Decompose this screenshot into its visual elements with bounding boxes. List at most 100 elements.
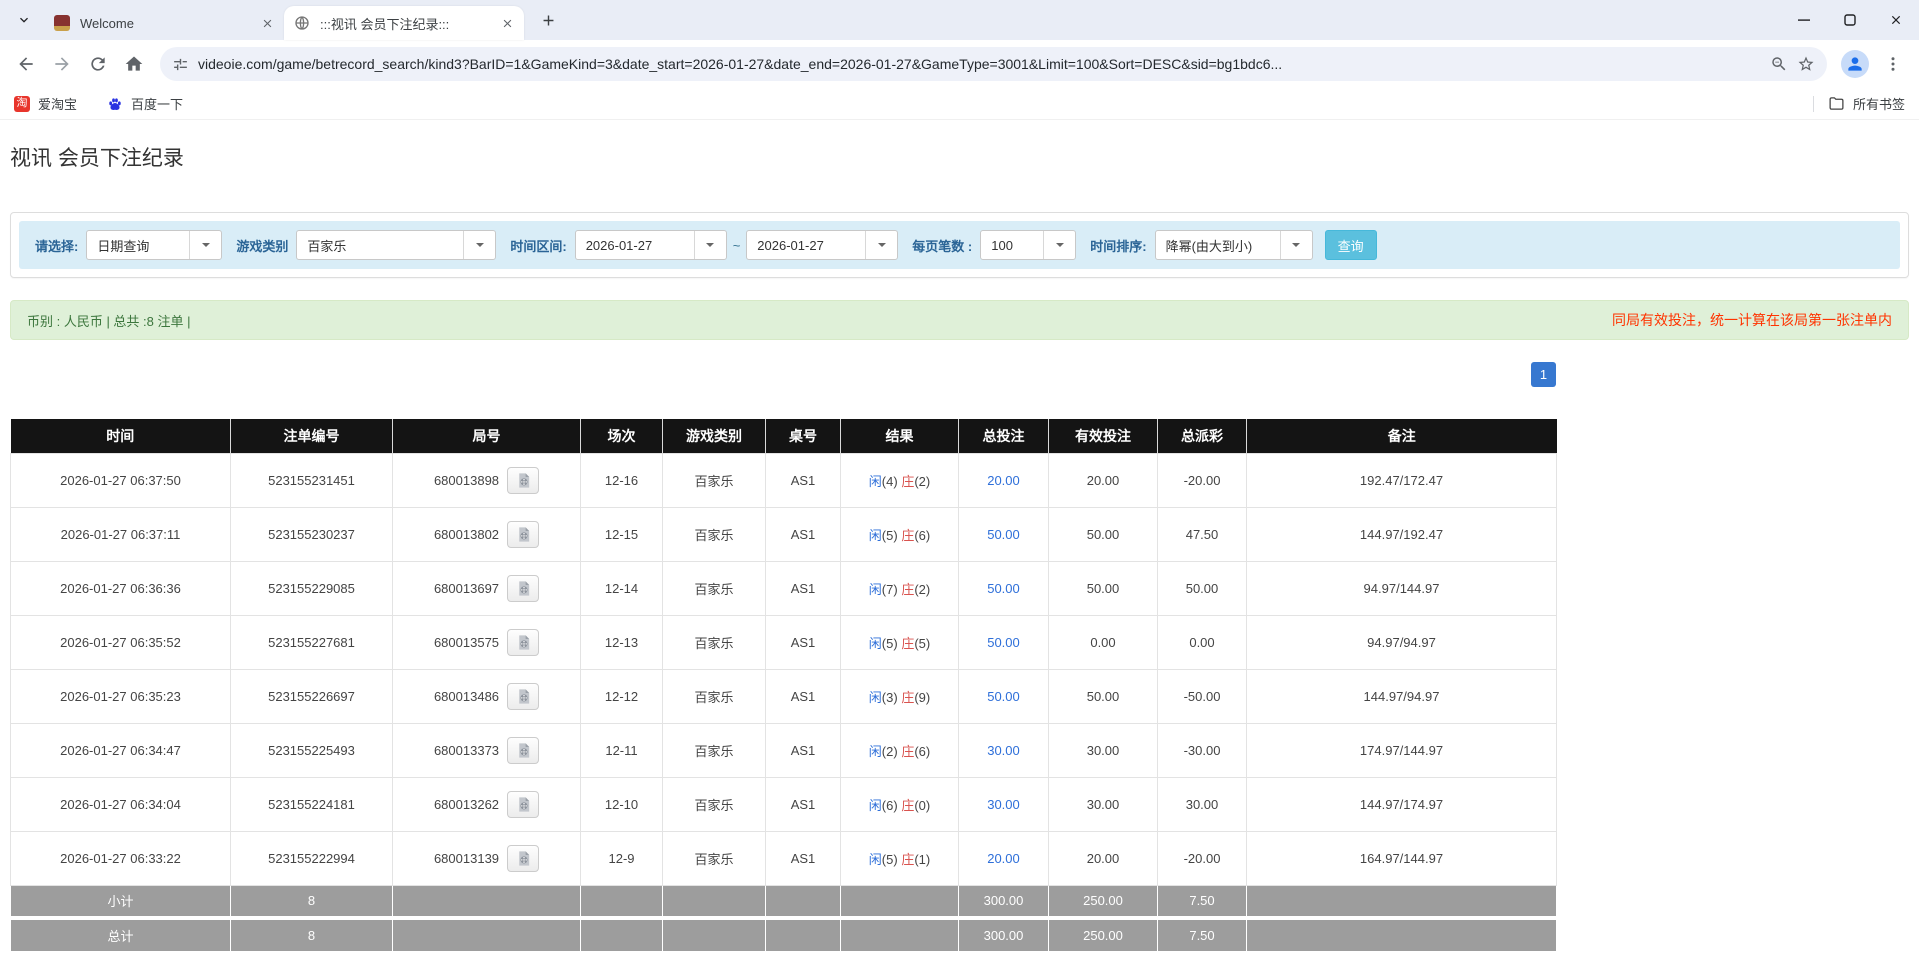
- cell-table_no: AS1: [766, 615, 841, 669]
- video-replay-button[interactable]: [507, 737, 539, 764]
- cell-total_bet: 20.00: [959, 831, 1049, 885]
- page-number-button[interactable]: 1: [1531, 362, 1556, 387]
- query-type-select[interactable]: 日期查询: [86, 230, 222, 260]
- bookmarks-bar: 淘 爱淘宝 百度一下 所有书签: [0, 88, 1919, 120]
- table-row: 2026-01-27 06:37:50523155231451680013898…: [11, 453, 1557, 507]
- cell-valid_bet: 30.00: [1049, 777, 1158, 831]
- cell-result: 闲(7) 庄(2): [841, 561, 959, 615]
- valid-bet-note: 同局有效投注，统一计算在该局第一张注单内: [1612, 310, 1892, 330]
- new-tab-button[interactable]: [534, 6, 562, 34]
- close-window-button[interactable]: [1873, 0, 1919, 40]
- video-replay-button[interactable]: [507, 629, 539, 656]
- video-replay-button[interactable]: [507, 683, 539, 710]
- bookmark-baidu[interactable]: 百度一下: [107, 94, 183, 113]
- column-header: 游戏类别: [663, 419, 766, 453]
- cell-total_bet: 50.00: [959, 561, 1049, 615]
- cell-time: 2026-01-27 06:34:47: [11, 723, 231, 777]
- video-replay-button[interactable]: [507, 845, 539, 872]
- chevron-down-icon[interactable]: [189, 231, 221, 259]
- table-row: 2026-01-27 06:34:47523155225493680013373…: [11, 723, 1557, 777]
- bookmark-star-icon[interactable]: [1797, 55, 1815, 73]
- profile-avatar[interactable]: [1841, 50, 1869, 78]
- total-bet-link[interactable]: 30.00: [987, 797, 1020, 812]
- bookmark-taobao[interactable]: 淘 爱淘宝: [14, 94, 77, 113]
- per-page-select[interactable]: 100: [980, 230, 1076, 260]
- all-bookmarks-button[interactable]: 所有书签: [1828, 94, 1905, 113]
- cell-round_id: 680013575: [393, 615, 581, 669]
- total-bet-link[interactable]: 50.00: [987, 581, 1020, 596]
- video-replay-button[interactable]: [507, 791, 539, 818]
- column-header: 场次: [581, 419, 663, 453]
- total-bet-link[interactable]: 50.00: [987, 635, 1020, 650]
- film-icon: [515, 580, 532, 597]
- select-type-label: 请选择:: [35, 236, 78, 255]
- date-start-picker[interactable]: 2026-01-27: [575, 230, 727, 260]
- total-bet-link[interactable]: 50.00: [987, 527, 1020, 542]
- video-replay-button[interactable]: [507, 521, 539, 548]
- total-bet-link[interactable]: 50.00: [987, 689, 1020, 704]
- folder-icon: [1828, 95, 1845, 112]
- subtotal-row-cell-round_id: [393, 885, 581, 918]
- cell-session: 12-10: [581, 777, 663, 831]
- home-button[interactable]: [116, 46, 152, 82]
- url-bar[interactable]: videoie.com/game/betrecord_search/kind3?…: [160, 47, 1827, 81]
- chevron-down-icon[interactable]: [694, 231, 726, 259]
- per-page-value: 100: [981, 238, 1043, 253]
- chevron-down-icon[interactable]: [1280, 231, 1312, 259]
- search-button[interactable]: 查询: [1325, 230, 1377, 260]
- back-button[interactable]: [8, 46, 44, 82]
- close-icon[interactable]: [498, 14, 516, 32]
- url-text: videoie.com/game/betrecord_search/kind3?…: [198, 56, 1761, 72]
- cell-payout: -50.00: [1158, 669, 1247, 723]
- total-bet-link[interactable]: 30.00: [987, 743, 1020, 758]
- cell-result: 闲(5) 庄(6): [841, 507, 959, 561]
- total-bet-link[interactable]: 20.00: [987, 473, 1020, 488]
- tab-welcome[interactable]: Welcome: [44, 6, 284, 40]
- chevron-down-icon: [16, 12, 32, 28]
- cell-game: 百家乐: [663, 831, 766, 885]
- chevron-down-icon[interactable]: [865, 231, 897, 259]
- taobao-icon: 淘: [14, 96, 30, 112]
- total-row-cell-total_bet: 300.00: [959, 918, 1049, 951]
- tab-search-button[interactable]: [10, 6, 38, 34]
- total-bet-link[interactable]: 20.00: [987, 851, 1020, 866]
- subtotal-row-cell-valid_bet: 250.00: [1049, 885, 1158, 918]
- cell-table_no: AS1: [766, 453, 841, 507]
- game-kind-select[interactable]: 百家乐: [296, 230, 496, 260]
- result-player: 闲: [869, 744, 882, 759]
- cell-session: 12-13: [581, 615, 663, 669]
- cell-remark: 192.47/172.47: [1247, 453, 1557, 507]
- column-header: 总投注: [959, 419, 1049, 453]
- forward-button[interactable]: [44, 46, 80, 82]
- date-end-picker[interactable]: 2026-01-27: [746, 230, 898, 260]
- cell-table_no: AS1: [766, 777, 841, 831]
- browser-menu-button[interactable]: [1875, 46, 1911, 82]
- game-kind-label: 游戏类别: [236, 236, 288, 255]
- close-icon[interactable]: [258, 14, 276, 32]
- video-replay-button[interactable]: [507, 575, 539, 602]
- video-replay-button[interactable]: [507, 467, 539, 494]
- maximize-button[interactable]: [1827, 0, 1873, 40]
- cell-round_id: 680013262: [393, 777, 581, 831]
- chevron-down-icon[interactable]: [1043, 231, 1075, 259]
- zoom-out-icon[interactable]: [1770, 55, 1788, 73]
- cell-game: 百家乐: [663, 615, 766, 669]
- baidu-paw-icon: [107, 96, 123, 112]
- minimize-button[interactable]: [1781, 0, 1827, 40]
- site-settings-icon[interactable]: [172, 56, 189, 73]
- film-icon: [515, 850, 532, 867]
- cell-valid_bet: 50.00: [1049, 669, 1158, 723]
- cell-result: 闲(5) 庄(1): [841, 831, 959, 885]
- filter-bar: 请选择: 日期查询 游戏类别 百家乐 时间区间: 2026-01-27 ~ 20: [19, 221, 1900, 269]
- page-content: 视讯 会员下注纪录 请选择: 日期查询 游戏类别 百家乐 时间区间: 2026-…: [0, 120, 1919, 952]
- subtotal-row: 小计8300.00250.007.50: [11, 885, 1557, 918]
- subtotal-row-cell-table_no: [766, 885, 841, 918]
- chevron-down-icon[interactable]: [463, 231, 495, 259]
- column-header: 时间: [11, 419, 231, 453]
- reload-button[interactable]: [80, 46, 116, 82]
- time-sort-select[interactable]: 降幂(由大到小): [1155, 230, 1313, 260]
- tab-betrecord[interactable]: :::视讯 会员下注纪录:::: [284, 6, 524, 40]
- round-id: 680013697: [434, 581, 499, 596]
- result-banker: 庄: [901, 744, 914, 759]
- cell-valid_bet: 20.00: [1049, 831, 1158, 885]
